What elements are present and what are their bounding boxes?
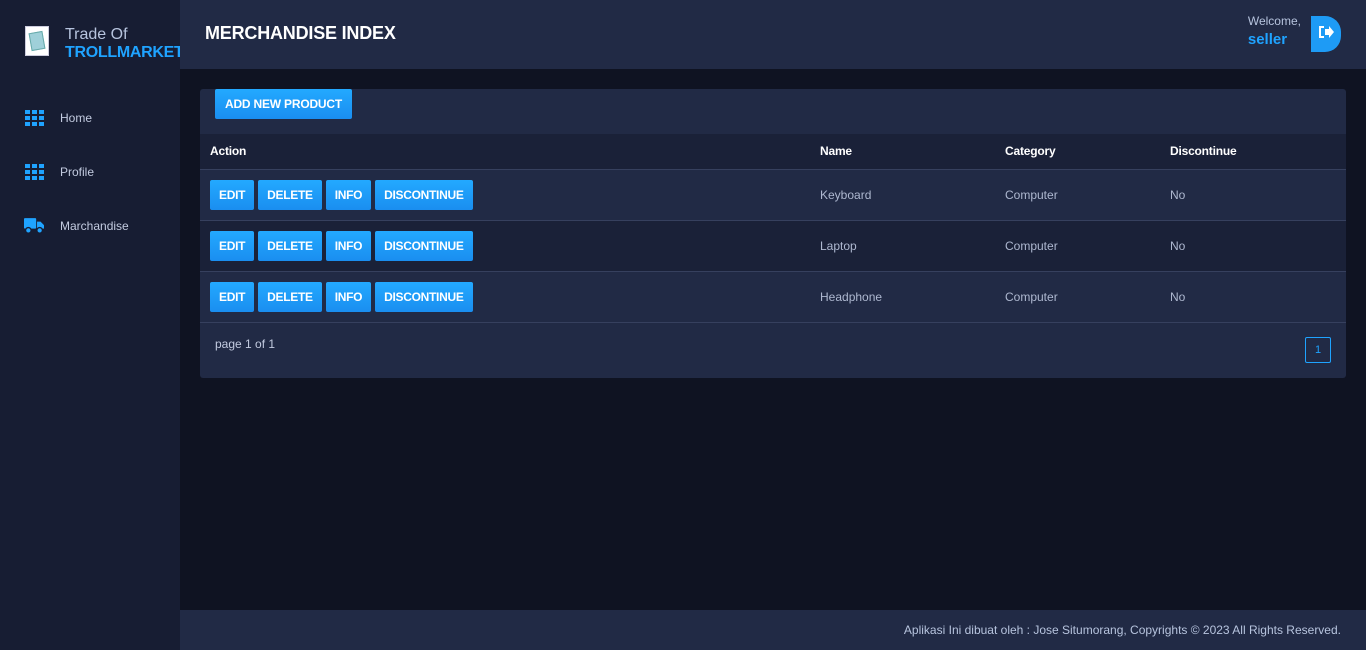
cell-category: Computer xyxy=(1005,289,1058,304)
cell-category: Computer xyxy=(1005,187,1058,202)
footer-copyright: Aplikasi Ini dibuat oleh : Jose Situmora… xyxy=(903,623,1341,637)
edit-button[interactable]: EDIT xyxy=(210,230,255,261)
truck-icon xyxy=(24,216,44,236)
edit-button[interactable]: EDIT xyxy=(210,179,255,210)
grid-icon xyxy=(24,108,44,128)
page-button-1[interactable]: 1 xyxy=(1305,337,1331,363)
logout-icon xyxy=(1317,24,1335,44)
column-header-action: Action xyxy=(200,134,810,170)
info-button[interactable]: INFO xyxy=(325,281,372,312)
sidebar-item-label: Home xyxy=(60,111,93,125)
cell-discontinue: No xyxy=(1170,289,1186,304)
brand-logo xyxy=(25,26,49,56)
sidebar-item-profile[interactable]: Profile xyxy=(0,154,180,190)
sidebar-item-label: Profile xyxy=(60,165,95,179)
cell-discontinue: No xyxy=(1170,238,1186,253)
edit-button[interactable]: EDIT xyxy=(210,281,255,312)
merchandise-table: Action Name Category Discontinue EDIT DEL… xyxy=(200,134,1346,323)
cell-name: Laptop xyxy=(820,238,857,253)
table-header-row: Action Name Category Discontinue xyxy=(200,134,1346,170)
brand[interactable]: Trade Of TROLLMARKET xyxy=(25,26,184,62)
delete-button[interactable]: DELETE xyxy=(258,281,322,312)
cell-discontinue: No xyxy=(1170,187,1186,202)
cell-name: Headphone xyxy=(820,289,883,304)
logout-button[interactable] xyxy=(1311,16,1341,52)
column-header-discontinue: Discontinue xyxy=(1160,134,1346,170)
sidebar-item-label: Marchandise xyxy=(60,219,129,233)
sidebar-item-home[interactable]: Home xyxy=(0,100,180,136)
table-row: EDIT DELETE INFO DISCONTINUE Laptop Compute… xyxy=(200,220,1346,271)
row-actions: EDIT DELETE INFO DISCONTINUE xyxy=(200,271,810,322)
grid-icon xyxy=(24,162,44,182)
sidebar-nav: Home Profile Marchandise xyxy=(0,100,180,262)
top-header: MERCHANDISE INDEX Welcome, seller xyxy=(180,0,1366,69)
discontinue-button[interactable]: DISCONTINUE xyxy=(375,230,473,261)
welcome-label: Welcome, xyxy=(1247,14,1301,28)
column-header-category: Category xyxy=(995,134,1160,170)
table-row: EDIT DELETE INFO DISCONTINUE Keyboard Compu… xyxy=(200,169,1346,220)
row-actions: EDIT DELETE INFO DISCONTINUE xyxy=(200,169,810,220)
cell-category: Computer xyxy=(1005,238,1058,253)
table-row: EDIT DELETE INFO DISCONTINUE Headphone Comp… xyxy=(200,271,1346,322)
add-new-product-button[interactable]: ADD NEW PRODUCT xyxy=(215,89,352,119)
discontinue-button[interactable]: DISCONTINUE xyxy=(375,281,473,312)
sidebar-item-marchandise[interactable]: Marchandise xyxy=(0,208,180,244)
footer: Aplikasi Ini dibuat oleh : Jose Situmora… xyxy=(180,610,1366,650)
delete-button[interactable]: DELETE xyxy=(258,179,322,210)
info-button[interactable]: INFO xyxy=(325,179,372,210)
brand-title-line1: Trade Of xyxy=(65,26,128,43)
brand-title-line2: TROLLMARKET xyxy=(65,44,184,61)
username: seller xyxy=(1247,31,1288,48)
pagination-summary: page 1 of 1 xyxy=(215,337,276,351)
row-actions: EDIT DELETE INFO DISCONTINUE xyxy=(200,220,810,271)
welcome-block: Welcome, seller xyxy=(1248,14,1301,48)
column-header-name: Name xyxy=(810,134,995,170)
merchandise-card: ADD NEW PRODUCT Action Name Category Dis… xyxy=(200,89,1346,378)
cell-name: Keyboard xyxy=(820,187,872,202)
sidebar: Trade Of TROLLMARKET Home Profile Marcha… xyxy=(0,0,184,650)
info-button[interactable]: INFO xyxy=(325,230,372,261)
page-title: MERCHANDISE INDEX xyxy=(205,23,396,43)
delete-button[interactable]: DELETE xyxy=(258,230,322,261)
discontinue-button[interactable]: DISCONTINUE xyxy=(375,179,473,210)
